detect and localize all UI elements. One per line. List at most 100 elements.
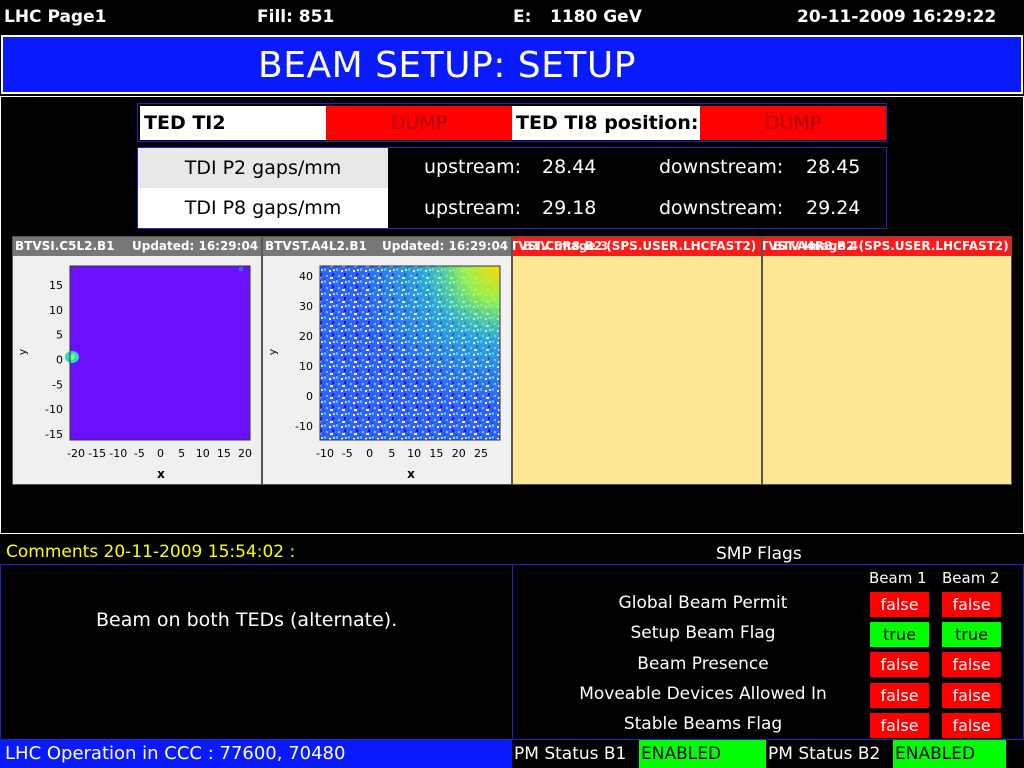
comments-header: Comments 20-11-2009 15:54:02 : bbox=[6, 542, 296, 562]
tdi-p2-upstream-label: upstream: bbox=[424, 156, 522, 178]
screen-1-x-tick: 0 bbox=[157, 447, 164, 460]
smp-col-beam2: Beam 2 bbox=[942, 569, 1000, 587]
ted-ti8-label: TED TI8 position: bbox=[512, 106, 700, 140]
ted-ti2-value: DUMP bbox=[326, 106, 512, 140]
ted-ti8-value: DUMP bbox=[700, 106, 886, 140]
screen-2-x-tick: 20 bbox=[452, 447, 466, 460]
screen-1-plot: 151050-5-10-15 -20 -15 -10 -5 0 5 10 15 20 y x bbox=[16, 265, 252, 481]
screen-1-x-tick: -20 bbox=[67, 447, 85, 460]
screen-1-y-tick: 5 bbox=[56, 329, 63, 342]
flag-label-stable-beams: Stable Beams Flag bbox=[623, 714, 783, 734]
tdi-p2-label: TDI P2 gaps/mm bbox=[138, 148, 388, 188]
flag-beam-presence-b1: false bbox=[870, 652, 929, 677]
screen-4-empty: BTVST.A4R8.B2 (SPS.USER.LHCFAST2) RT BTV… bbox=[762, 236, 1012, 485]
screen-2-y-tick: 30 bbox=[299, 300, 313, 313]
screen-1-xlabel: x bbox=[157, 467, 165, 481]
screen-2-x-tick: 5 bbox=[388, 447, 395, 460]
screen-1-x-tick: -5 bbox=[134, 447, 145, 460]
screen-1-y-tick: -5 bbox=[52, 378, 63, 391]
screen-1-x-tick: 5 bbox=[178, 447, 185, 460]
pm-status-b2-label: PM Status B2 bbox=[766, 740, 893, 768]
screen-1-x-tick: 15 bbox=[217, 447, 231, 460]
flag-label-global-beam-permit: Global Beam Permit bbox=[618, 593, 788, 613]
flag-moveable-devices-b2: false bbox=[942, 683, 1001, 708]
page-title: BEAM SETUP: SETUP bbox=[258, 45, 636, 86]
tdi-p2-downstream-value: 28.45 bbox=[806, 156, 861, 178]
screen-2-x-tick: 0 bbox=[366, 447, 373, 460]
smp-col-beam1: Beam 1 bbox=[869, 569, 927, 587]
flag-stable-beams-b2: false bbox=[942, 713, 1001, 738]
flag-stable-beams-b1: false bbox=[870, 713, 929, 738]
screen-1-ylabel: y bbox=[16, 348, 29, 355]
ted-position-row: TED TI2 position: DUMP TED TI8 position:… bbox=[137, 103, 887, 168]
comment-text: Beam on both TEDs (alternate). bbox=[96, 609, 398, 631]
screen-2-xlabel: x bbox=[407, 467, 415, 481]
tdi-p8-downstream-value: 29.24 bbox=[806, 197, 861, 219]
screen-2-x-tick: 15 bbox=[429, 447, 443, 460]
datetime: 20-11-2009 16:29:22 bbox=[797, 7, 997, 27]
ted-ti2-label: TED TI2 position: bbox=[140, 106, 326, 168]
screen-1-name: BTVSI.C5L2.B1 bbox=[15, 239, 115, 253]
flag-label-beam-presence: Beam Presence bbox=[637, 654, 769, 674]
tdi-p2-upstream-value: 28.44 bbox=[542, 156, 597, 178]
screen-2-plot: 40 30 20 10 0 -10 -10 -5 0 5 10 15 20 25 y x bbox=[266, 265, 501, 481]
pm-status-b1-value: ENABLED bbox=[639, 740, 766, 768]
screen-2-x-tick: 10 bbox=[407, 447, 421, 460]
screen-1-y-tick: 0 bbox=[56, 354, 63, 367]
screen-1-header: BTVSI.C5L2.B1 Updated: 16:29:04 bbox=[13, 237, 261, 256]
screen-2-y-tick: 20 bbox=[299, 330, 313, 343]
screen-btvst-a4l2: BTVST.A4L2.B1 Updated: 16:29:04 40 30 20… bbox=[262, 236, 512, 485]
flag-label-moveable-devices: Moveable Devices Allowed In bbox=[579, 684, 827, 704]
screen-2-x-tick: -10 bbox=[316, 447, 334, 460]
comments-panel: Beam on both TEDs (alternate). bbox=[0, 564, 513, 740]
screen-1-updated: Updated: 16:29:04 bbox=[132, 239, 259, 253]
pm-status-b2-value: ENABLED bbox=[893, 740, 1006, 768]
screen-1-x-tick: 20 bbox=[238, 447, 252, 460]
screen-2-x-tick: -5 bbox=[342, 447, 353, 460]
tdi-p8-label: TDI P8 gaps/mm bbox=[138, 188, 388, 228]
screen-1-y-tick: 15 bbox=[49, 279, 63, 292]
flag-setup-beam-b1: true bbox=[870, 622, 929, 647]
tdi-p8-downstream-label: downstream: bbox=[659, 197, 784, 219]
screen-3-overlay: BTV Image 3 bbox=[523, 239, 609, 253]
screen-2-x-tick: 25 bbox=[474, 447, 488, 460]
screen-2-ylabel: y bbox=[266, 348, 279, 355]
smp-flags-panel: Beam 1 Beam 2 Global Beam Permit false f… bbox=[512, 564, 1024, 740]
tdi-p2-downstream-label: downstream: bbox=[659, 156, 784, 178]
screen-1-y-tick: -15 bbox=[45, 428, 63, 441]
screen-3-header: BTVSI.C6R8.B2 (SPS.USER.LHCFAST2) RT BTV… bbox=[513, 237, 761, 256]
tdi-p8-upstream-label: upstream: bbox=[424, 197, 522, 219]
flag-beam-presence-b2: false bbox=[942, 652, 1001, 677]
screen-1-x-tick: 10 bbox=[196, 447, 210, 460]
screen-2-y-tick: -10 bbox=[295, 420, 313, 433]
flag-global-beam-permit-b1: false bbox=[870, 592, 929, 617]
tdi-p8-upstream-value: 29.18 bbox=[542, 197, 597, 219]
flag-setup-beam-b2: true bbox=[942, 622, 1001, 647]
energy-value: 1180 GeV bbox=[550, 7, 642, 27]
screen-1-y-tick: 10 bbox=[49, 304, 63, 317]
page-title-banner: BEAM SETUP: SETUP bbox=[1, 35, 1023, 94]
tdi-gaps-panel: TDI P2 gaps/mm TDI P8 gaps/mm upstream: … bbox=[137, 147, 887, 229]
fill-number: Fill: 851 bbox=[257, 7, 335, 27]
top-status-bar: LHC Page1 Fill: 851 E: 1180 GeV 20-11-20… bbox=[0, 0, 1024, 34]
screen-1-y-tick: -10 bbox=[45, 403, 63, 416]
screen-2-updated: Updated: 16:29:04 bbox=[382, 239, 509, 253]
energy-label: E: bbox=[513, 7, 532, 27]
operation-footer: LHC Operation in CCC : 77600, 70480 bbox=[0, 740, 512, 768]
screen-2-y-tick: 10 bbox=[299, 360, 313, 373]
screen-2-header: BTVST.A4L2.B1 Updated: 16:29:04 bbox=[263, 237, 511, 256]
screen-1-x-tick: -10 bbox=[109, 447, 127, 460]
screen-4-overlay: BTV Image 4 bbox=[773, 239, 859, 253]
screen-btvsi-c5l2: BTVSI.C5L2.B1 Updated: 16:29:04 15 10 5 0 -5… bbox=[12, 236, 262, 485]
screen-2-name: BTVST.A4L2.B1 bbox=[265, 239, 367, 253]
screen-4-header: BTVST.A4R8.B2 (SPS.USER.LHCFAST2) RT BTV… bbox=[763, 237, 1011, 256]
screen-3-empty: BTVSI.C6R8.B2 (SPS.USER.LHCFAST2) RT BTV… bbox=[512, 236, 762, 485]
screen-2-y-tick: 40 bbox=[299, 270, 313, 283]
screen-2-y-tick: 0 bbox=[306, 390, 313, 403]
flag-moveable-devices-b1: false bbox=[870, 683, 929, 708]
screen-1-x-tick: -15 bbox=[88, 447, 106, 460]
page-name: LHC Page1 bbox=[4, 7, 107, 27]
flag-label-setup-beam: Setup Beam Flag bbox=[630, 623, 776, 643]
smp-flags-title: SMP Flags bbox=[716, 544, 802, 564]
pm-status-b1-label: PM Status B1 bbox=[512, 740, 639, 768]
